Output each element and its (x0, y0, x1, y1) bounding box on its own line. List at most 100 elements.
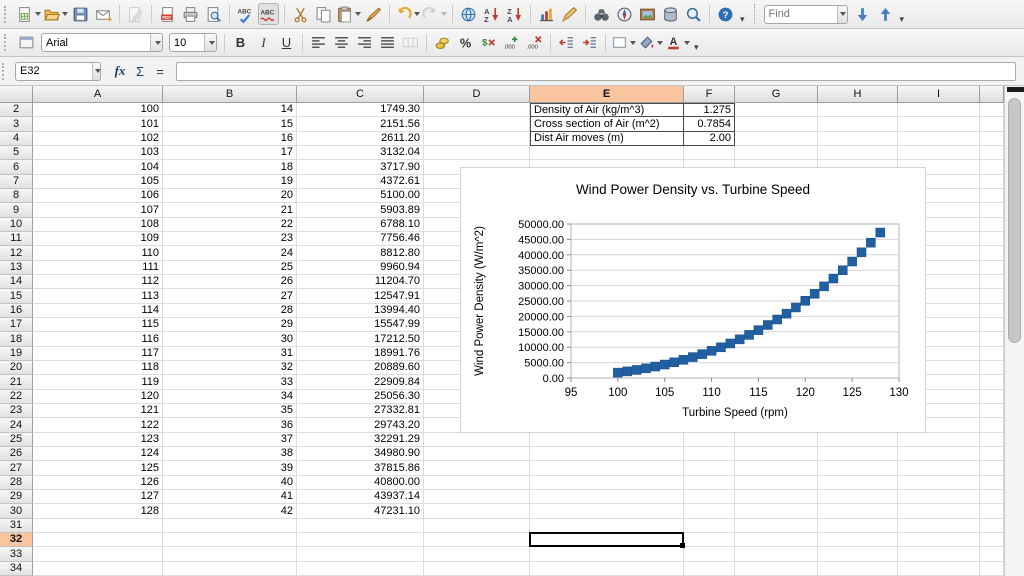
cell-B9[interactable]: 21 (163, 203, 297, 218)
cell-overflow[interactable] (980, 304, 1004, 318)
cell-A21[interactable]: 119 (33, 375, 163, 390)
scrollbar-split-handle[interactable] (1007, 87, 1024, 92)
cell-I5[interactable] (898, 146, 980, 160)
cell-F30[interactable] (684, 504, 735, 519)
cell-overflow[interactable] (980, 347, 1004, 361)
cell-C19[interactable]: 18991.76 (297, 347, 424, 361)
cell-C12[interactable]: 8812.80 (297, 246, 424, 261)
row-header-16[interactable]: 16 (0, 304, 33, 318)
cell-F5[interactable] (684, 146, 735, 160)
cell-F34[interactable] (684, 562, 735, 576)
cell-D27[interactable] (424, 461, 530, 476)
cell-F29[interactable] (684, 490, 735, 504)
cell-I31[interactable] (898, 519, 980, 533)
cell-overflow[interactable] (980, 232, 1004, 246)
cell-overflow[interactable] (980, 203, 1004, 218)
cell-E30[interactable] (530, 504, 684, 519)
cell-A33[interactable] (33, 547, 163, 562)
cell-G31[interactable] (735, 519, 818, 533)
add-decimal-place-button[interactable] (501, 32, 522, 54)
cell-A18[interactable]: 116 (33, 332, 163, 347)
cell-A6[interactable]: 104 (33, 160, 163, 175)
cell-A29[interactable]: 127 (33, 490, 163, 504)
cell-overflow[interactable] (980, 504, 1004, 519)
cell-overflow[interactable] (980, 218, 1004, 232)
cell-H34[interactable] (818, 562, 898, 576)
cell-C31[interactable] (297, 519, 424, 533)
cell-F3[interactable]: 0.7854 (684, 117, 735, 132)
cell-G27[interactable] (735, 461, 818, 476)
column-header-F[interactable]: F (684, 86, 735, 103)
cell-C22[interactable]: 25056.30 (297, 390, 424, 404)
row-header-10[interactable]: 10 (0, 218, 33, 232)
delete-decimal-place-button[interactable] (524, 32, 545, 54)
auto-spellcheck-button[interactable] (258, 3, 279, 25)
cell-G28[interactable] (735, 476, 818, 490)
cell-overflow[interactable] (980, 447, 1004, 461)
row-header-23[interactable]: 23 (0, 404, 33, 418)
row-header-26[interactable]: 26 (0, 447, 33, 461)
cell-C21[interactable]: 22909.84 (297, 375, 424, 390)
cell-B4[interactable]: 16 (163, 132, 297, 146)
find-dropdown-button[interactable] (837, 5, 847, 24)
cell-overflow[interactable] (980, 476, 1004, 490)
italic-button[interactable]: I (253, 32, 274, 54)
data-sources-button[interactable] (660, 3, 681, 25)
row-header-30[interactable]: 30 (0, 504, 33, 519)
cell-C16[interactable]: 13994.40 (297, 304, 424, 318)
toolbar-grip[interactable] (4, 6, 10, 23)
column-header-overflow[interactable] (980, 86, 1004, 103)
cell-B24[interactable]: 36 (163, 418, 297, 433)
cell-H33[interactable] (818, 547, 898, 562)
row-header-6[interactable]: 6 (0, 160, 33, 175)
row-header-2[interactable]: 2 (0, 103, 33, 117)
cell-F28[interactable] (684, 476, 735, 490)
cell-A34[interactable] (33, 562, 163, 576)
cell-overflow[interactable] (980, 261, 1004, 275)
toolbar-overflow-button[interactable]: ▾ (694, 42, 699, 56)
cell-D31[interactable] (424, 519, 530, 533)
cell-F33[interactable] (684, 547, 735, 562)
sort-ascending-button[interactable] (481, 3, 502, 25)
cell-C26[interactable]: 34980.90 (297, 447, 424, 461)
export-as-pdf-button[interactable] (157, 3, 178, 25)
cell-B29[interactable]: 41 (163, 490, 297, 504)
cell-B13[interactable]: 25 (163, 261, 297, 275)
cell-B8[interactable]: 20 (163, 189, 297, 203)
function-wizard-button[interactable]: fx (110, 63, 130, 79)
find-previous-button[interactable] (875, 3, 896, 25)
cell-I26[interactable] (898, 447, 980, 461)
cell-B21[interactable]: 33 (163, 375, 297, 390)
cell-A22[interactable]: 120 (33, 390, 163, 404)
cell-A24[interactable]: 122 (33, 418, 163, 433)
cell-I4[interactable] (898, 132, 980, 146)
cell-C34[interactable] (297, 562, 424, 576)
cell-B32[interactable] (163, 533, 297, 547)
cell-D29[interactable] (424, 490, 530, 504)
cell-overflow[interactable] (980, 404, 1004, 418)
cell-overflow[interactable] (980, 433, 1004, 447)
cell-B17[interactable]: 29 (163, 318, 297, 332)
align-center-button[interactable] (331, 32, 352, 54)
cell-F31[interactable] (684, 519, 735, 533)
cell-D25[interactable] (424, 433, 530, 447)
row-header-34[interactable]: 34 (0, 562, 33, 576)
number-format-percent-button[interactable] (455, 32, 476, 54)
cell-C33[interactable] (297, 547, 424, 562)
cell-C32[interactable] (297, 533, 424, 547)
cell-G29[interactable] (735, 490, 818, 504)
decrease-indent-button[interactable] (556, 32, 577, 54)
row-header-8[interactable]: 8 (0, 189, 33, 203)
cell-A32[interactable] (33, 533, 163, 547)
cell-C3[interactable]: 2151.56 (297, 117, 424, 132)
borders-button[interactable] (611, 32, 636, 54)
cell-A31[interactable] (33, 519, 163, 533)
cell-A14[interactable]: 112 (33, 275, 163, 289)
row-header-22[interactable]: 22 (0, 390, 33, 404)
cell-I34[interactable] (898, 562, 980, 576)
cell-I25[interactable] (898, 433, 980, 447)
toolbar-grip[interactable] (4, 34, 10, 51)
font-name-combo[interactable] (41, 33, 163, 52)
cell-C25[interactable]: 32291.29 (297, 433, 424, 447)
cell-H4[interactable] (818, 132, 898, 146)
